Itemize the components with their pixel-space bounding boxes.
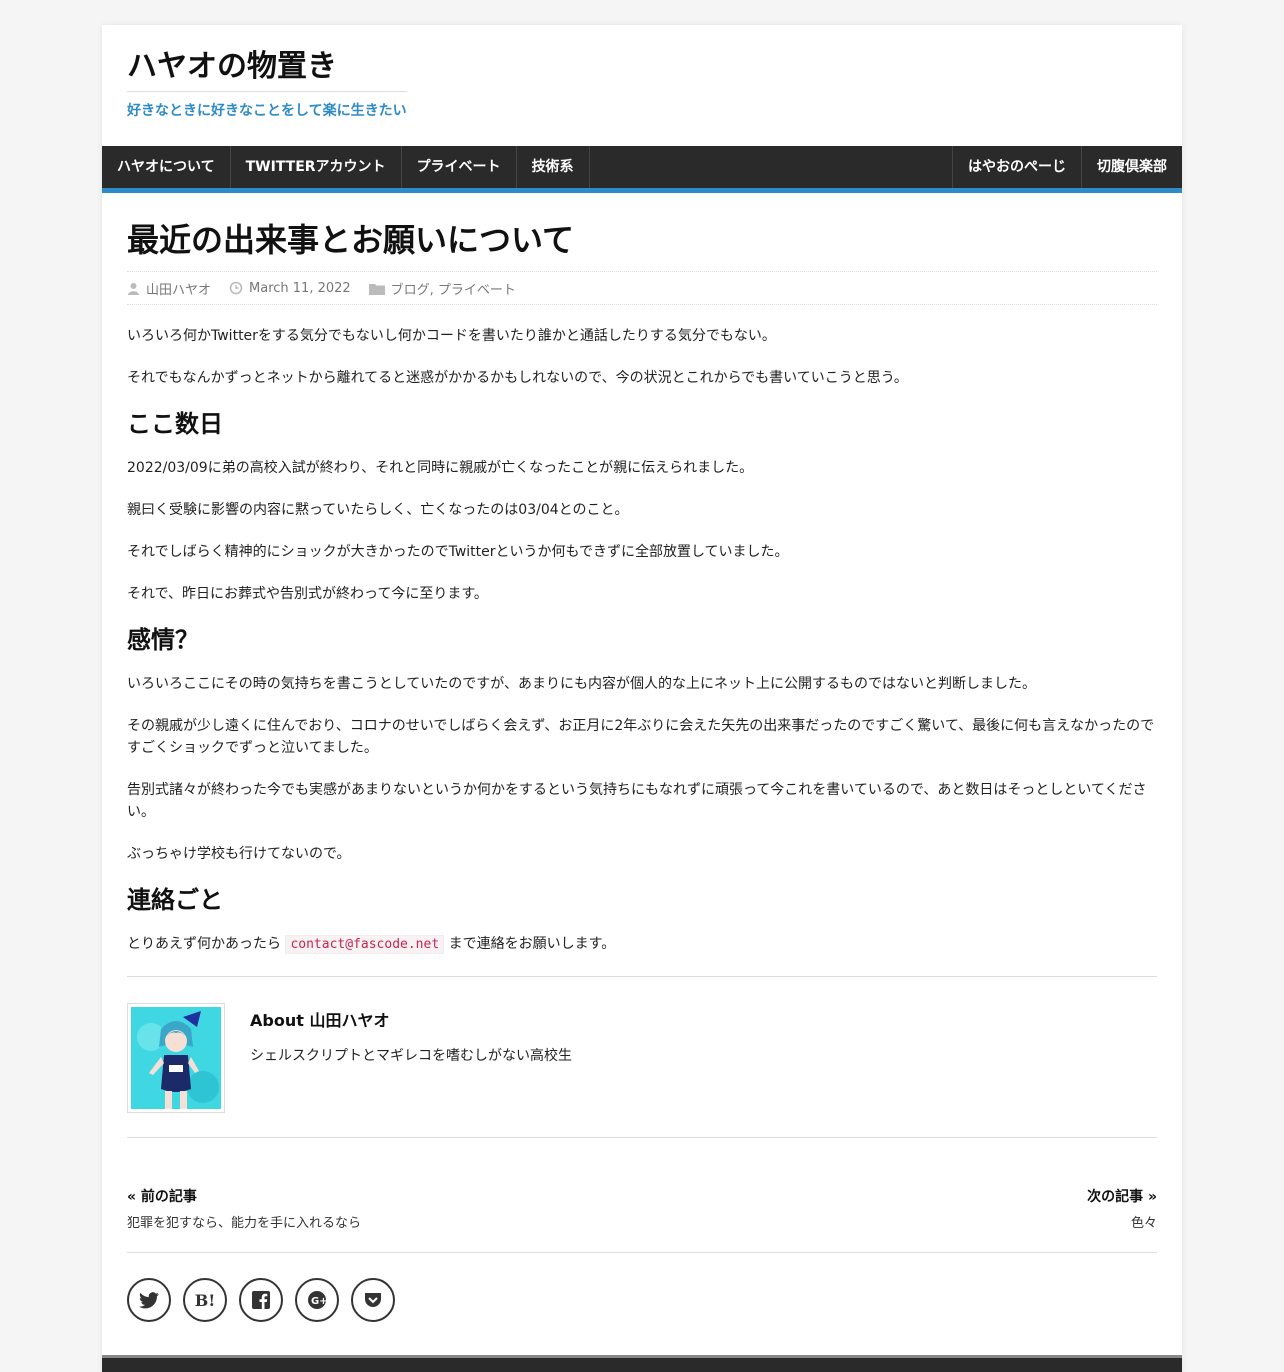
post-navigation: « 前の記事 犯罪を犯すなら、能力を手に入れるなら 次の記事 » 色々 [127, 1138, 1157, 1253]
site-header: ハヤオの物置き 好きなときに好きなことをして楽に生きたい [102, 25, 1182, 146]
author-box: About 山田ハヤオ シェルスクリプトとマギレコを嗜むしがない高校生 [127, 976, 1157, 1138]
previous-post-link[interactable]: « 前の記事 犯罪を犯すなら、能力を手に入れるなら [127, 1186, 361, 1252]
pocket-share-button[interactable] [351, 1278, 395, 1322]
section-heading: 感情？ [127, 626, 199, 654]
section-paragraph: 2022/03/09に弟の高校入試が終わり、それと同時に親戚が亡くなったことが親… [127, 460, 754, 476]
meta-author: 山田ハヤオ [127, 279, 211, 298]
facebook-share-button[interactable] [239, 1278, 283, 1322]
nav-item-seppuku-club[interactable]: 切腹倶楽部 [1081, 146, 1182, 188]
next-post-label[interactable]: 次の記事 » [1087, 1186, 1157, 1206]
section-paragraph: 告別式諸々が終わった今でも実感があまりないというか何かをするという気持ちにもなれ… [127, 782, 1147, 820]
intro-paragraph: それでもなんかずっとネットから離れてると迷惑がかかるかもしれないので、今の状況と… [127, 370, 908, 386]
next-post-link[interactable]: 次の記事 » 色々 [1087, 1186, 1157, 1252]
avatar [127, 1003, 225, 1113]
avatar-illustration [131, 1007, 221, 1109]
next-post-title[interactable]: 色々 [1087, 1212, 1157, 1231]
hatena-bookmark-icon: B! [194, 1290, 216, 1310]
meta-categories-text[interactable]: ブログ, プライベート [391, 279, 516, 298]
google-plus-share-button[interactable]: G+ [295, 1278, 339, 1322]
article: 最近の出来事とお願いについて 山田ハヤオ March 11, 2022 ブログ,… [127, 193, 1157, 1322]
section-paragraph: その親戚が少し遠くに住んでおり、コロナのせいでしばらく会えず、お正月に2年ぶりに… [127, 718, 1155, 756]
previous-post-label[interactable]: « 前の記事 [127, 1186, 361, 1206]
section-paragraph: それでしばらく精神的にショックが大きかったのでTwitterというか何もできずに… [127, 544, 789, 560]
contact-text-after: まで連絡をお願いします。 [448, 936, 616, 952]
meta-date-text: March 11, 2022 [249, 280, 351, 296]
contact-email-code: contact@fascode.net [285, 935, 445, 954]
hatena-bookmark-share-button[interactable]: B! [183, 1278, 227, 1322]
nav-item-tech[interactable]: 技術系 [517, 146, 590, 188]
twitter-share-button[interactable] [127, 1278, 171, 1322]
nav-item-twitter-account[interactable]: TWITTERアカウント [231, 146, 402, 188]
previous-post-title[interactable]: 犯罪を犯すなら、能力を手に入れるなら [127, 1212, 361, 1231]
meta-categories: ブログ, プライベート [368, 279, 516, 298]
facebook-icon [252, 1291, 270, 1309]
svg-text:G+: G+ [311, 1296, 327, 1307]
site-title[interactable]: ハヤオの物置き [127, 47, 337, 87]
nav-item-about[interactable]: ハヤオについて [102, 146, 231, 188]
section-paragraph: ぶっちゃけ学校も行けてないので。 [127, 846, 351, 862]
nav-left: ハヤオについて TWITTERアカウント プライベート 技術系 [102, 146, 590, 188]
folder-icon [368, 283, 385, 295]
share-buttons: B! G+ [127, 1253, 1157, 1322]
avatar-image [131, 1007, 221, 1109]
contact-text-before: とりあえず何かあったら [127, 936, 281, 952]
site-description: 好きなときに好きなことをして楽に生きたい [127, 91, 407, 120]
user-icon [128, 282, 139, 295]
footer-bar [102, 1355, 1182, 1372]
author-text: About 山田ハヤオ シェルスクリプトとマギレコを嗜むしがない高校生 [250, 1003, 572, 1111]
meta-author-name[interactable]: 山田ハヤオ [146, 279, 211, 298]
intro-paragraph: いろいろ何かTwitterをする気分でもないし何かコードを書いたり誰かと通話した… [127, 328, 776, 344]
section-heading: 連絡ごと [127, 886, 223, 914]
post-meta: 山田ハヤオ March 11, 2022 ブログ, プライベート [127, 272, 1157, 305]
post-content: いろいろ何かTwitterをする気分でもないし何かコードを書いたり誰かと通話した… [127, 305, 1157, 956]
contact-paragraph: とりあえず何かあったら contact@fascode.net まで連絡をお願い… [127, 933, 1157, 956]
section-paragraph: それで、昨日にお葬式や告別式が終わって今に至ります。 [127, 586, 488, 602]
main-navigation: ハヤオについて TWITTERアカウント プライベート 技術系 はやおのぺーじ … [102, 146, 1182, 193]
pocket-icon [365, 1293, 381, 1307]
section-paragraph: 親曰く受験に影響の内容に黙っていたらしく、亡くなったのは03/04とのこと。 [127, 502, 629, 518]
section-paragraph: いろいろここにその時の気持ちを書こうとしていたのですが、あまりにも内容が個人的な… [127, 676, 1037, 692]
clock-icon [229, 281, 243, 295]
page-container: ハヤオの物置き 好きなときに好きなことをして楽に生きたい ハヤオについて TWI… [102, 25, 1182, 1372]
nav-item-private[interactable]: プライベート [402, 146, 517, 188]
twitter-icon [139, 1291, 159, 1308]
post-title: 最近の出来事とお願いについて [127, 219, 1157, 272]
section-heading: ここ数日 [127, 410, 223, 438]
nav-item-hayao-page[interactable]: はやおのぺーじ [952, 146, 1081, 188]
meta-date: March 11, 2022 [229, 281, 351, 296]
author-bio: シェルスクリプトとマギレコを嗜むしがない高校生 [250, 1048, 572, 1064]
nav-right: はやおのぺーじ 切腹倶楽部 [952, 146, 1182, 188]
author-name: About 山田ハヤオ [250, 1011, 390, 1030]
google-plus-icon: G+ [308, 1291, 327, 1309]
